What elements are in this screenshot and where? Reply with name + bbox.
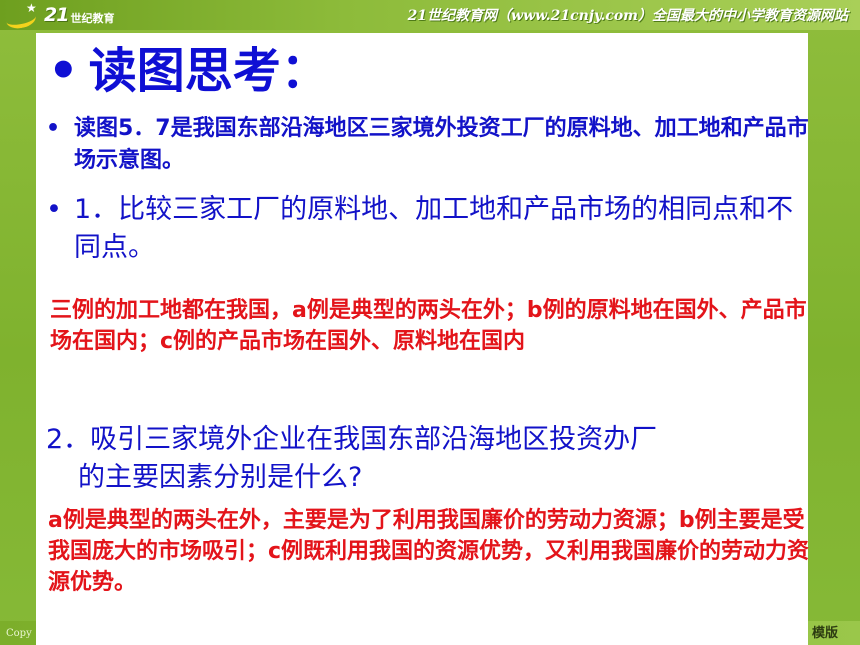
question1-bullet-dot: • — [46, 194, 62, 225]
site-banner[interactable]: 21世纪教育网（www.21cnjy.com）全国最大的中小学教育资源网站 — [408, 5, 848, 25]
question2: 2．吸引三家境外企业在我国东部沿海地区投资办厂 的主要因素分别是什么? — [46, 421, 816, 497]
header-band: ★ 21 世纪教育 21世纪教育网（www.21cnjy.com）全国最大的中小… — [0, 0, 860, 31]
question1-text: 1．比较三家工厂的原料地、加工地和产品市场的相同点和不同点。 — [74, 194, 794, 263]
intro-bullet-dot: • — [46, 116, 61, 141]
edition-label: 模版 — [811, 626, 838, 641]
slide-title-text: 读图思考： — [88, 43, 329, 99]
logo-swoosh-icon: ★ — [4, 2, 44, 31]
answer1-text: 三例的加工地都在我国，a例是典型的两头在外；b例的原料地在国外、产品市场在国内；… — [50, 298, 807, 354]
intro-text: 读图5．7是我国东部沿海地区三家境外投资工厂的原料地、加工地和产品市场示意图。 — [74, 116, 809, 173]
copyright-text: Copy — [6, 628, 32, 639]
title-bullet: • — [48, 43, 79, 99]
site-logo[interactable]: ★ 21 世纪教育 — [4, 1, 164, 31]
logo-number: 21 — [44, 4, 69, 26]
slide-content: • 读图思考： • 读图5．7是我国东部沿海地区三家境外投资工厂的原料地、加工地… — [36, 33, 809, 645]
question2-line1: 2．吸引三家境外企业在我国东部沿海地区投资办厂 — [46, 424, 658, 455]
slide-title: • 读图思考： — [48, 41, 329, 101]
question2-line2: 的主要因素分别是什么? — [78, 462, 363, 493]
answer2-text: a例是典型的两头在外，主要是为了利用我国廉价的劳动力资源；b例主要是受我国庞大的… — [48, 508, 810, 595]
slide-page: ★ 21 世纪教育 21世纪教育网（www.21cnjy.com）全国最大的中小… — [0, 0, 860, 645]
logo-label: 世纪教育 — [70, 12, 115, 25]
intro-bullet: • 读图5．7是我国东部沿海地区三家境外投资工厂的原料地、加工地和产品市场示意图… — [46, 113, 816, 177]
question1-bullet: • 1．比较三家工厂的原料地、加工地和产品市场的相同点和不同点。 — [46, 191, 816, 267]
